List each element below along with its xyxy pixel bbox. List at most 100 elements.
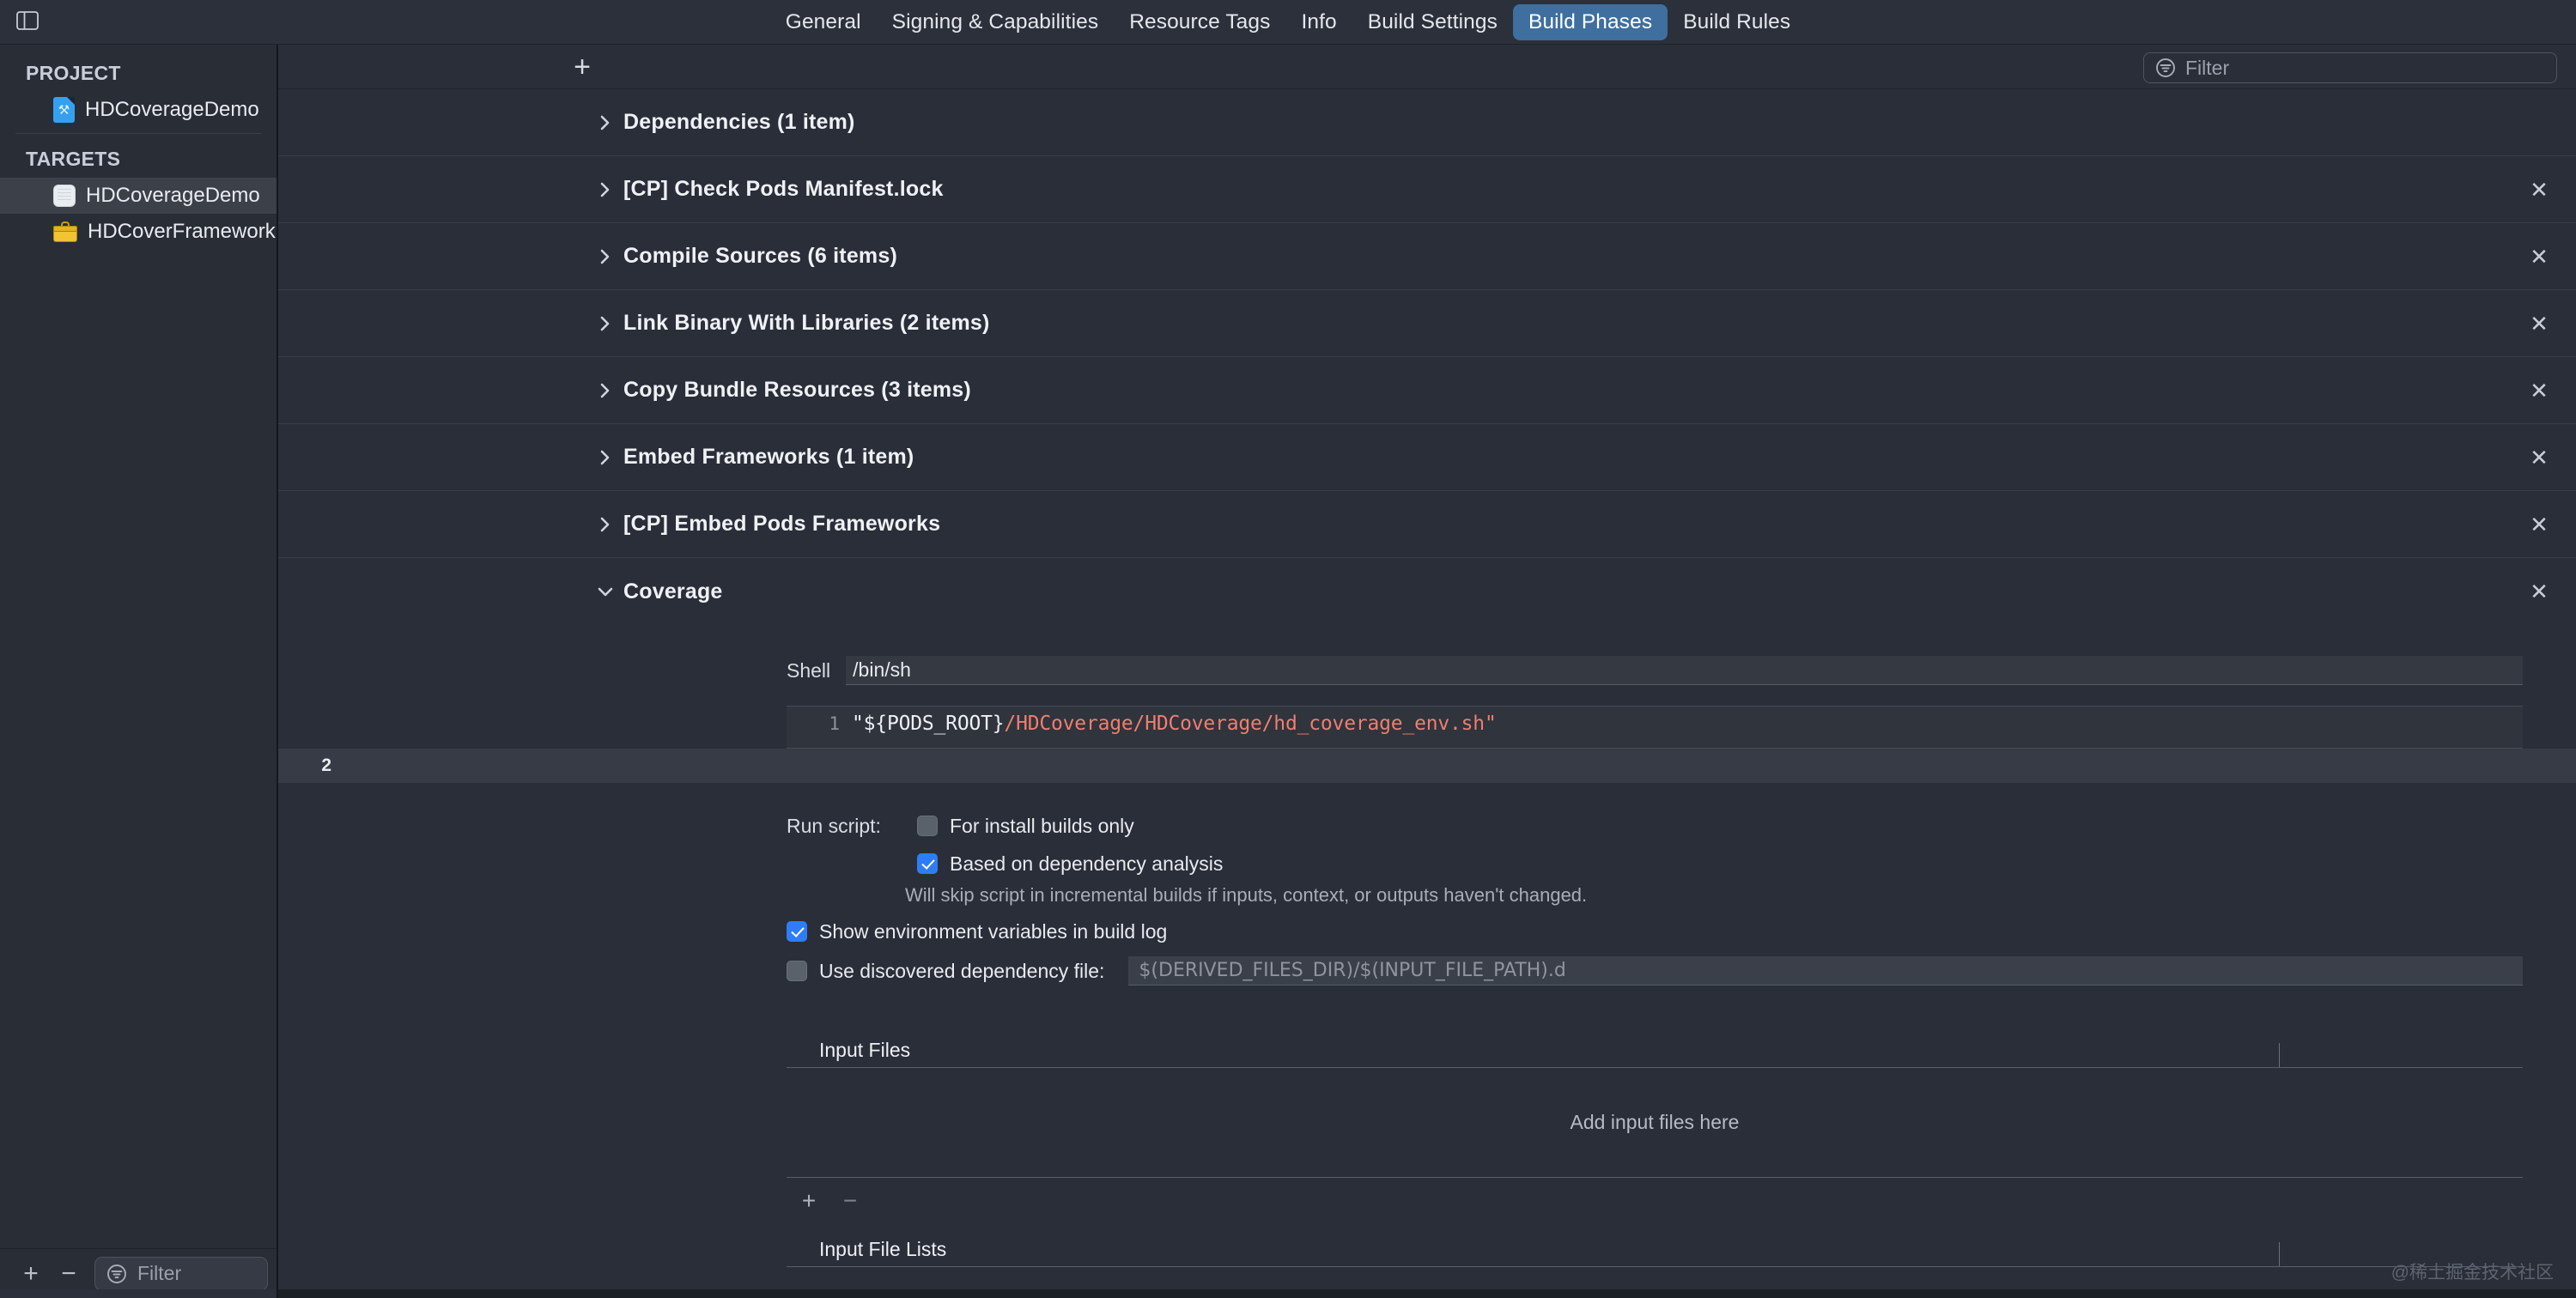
run-script-options: Run script: For install builds only Base…	[278, 807, 2576, 907]
tab-build-rules[interactable]: Build Rules	[1668, 4, 1806, 40]
remove-phase-icon[interactable]: ✕	[2524, 309, 2554, 338]
run-script-install-only-row: Run script: For install builds only	[787, 807, 2576, 845]
tab-general[interactable]: General	[770, 4, 877, 40]
script-line-current: 2	[278, 749, 2576, 783]
sidebar-item-target-hdcoverframework[interactable]: HDCoverFramework	[0, 214, 276, 250]
sidebar-content: PROJECT ⚒ HDCoverageDemo TARGETS HDCover…	[0, 45, 276, 1248]
discovered-dependency-placeholder: $(DERIVED_FILES_DIR)/$(INPUT_FILE_PATH).…	[1139, 960, 1566, 981]
sidebar-divider	[15, 133, 261, 134]
phase-row-dependencies[interactable]: Dependencies (1 item)	[278, 89, 2576, 156]
input-files-section: Input Files Add input files here + − Inp…	[278, 1028, 2576, 1267]
top-bar: General Signing & Capabilities Resource …	[0, 0, 2576, 45]
build-phases-header: + Filter	[278, 45, 2576, 89]
discovered-dependency-checkbox[interactable]	[787, 961, 807, 981]
phase-title: [CP] Embed Pods Frameworks	[623, 512, 941, 536]
install-builds-only-checkbox[interactable]	[917, 816, 938, 836]
remove-phase-icon[interactable]: ✕	[2524, 443, 2554, 472]
remove-target-button[interactable]: −	[50, 1257, 88, 1291]
show-env-vars-checkbox[interactable]	[787, 921, 807, 942]
build-phases-filter-input[interactable]: Filter	[2143, 52, 2557, 83]
bottom-strip	[0, 1289, 2576, 1298]
phase-row-copy-bundle-resources[interactable]: Copy Bundle Resources (3 items) ✕	[278, 357, 2576, 424]
dependency-analysis-checkbox[interactable]	[917, 853, 938, 874]
run-script-dependency-analysis-row: Based on dependency analysis	[787, 845, 2576, 883]
remove-phase-icon[interactable]: ✕	[2524, 577, 2554, 606]
chevron-right-icon[interactable]	[596, 247, 615, 266]
chevron-right-icon[interactable]	[596, 448, 615, 467]
build-phases-list: Dependencies (1 item) [CP] Check Pods Ma…	[278, 89, 2576, 1298]
phase-title: Copy Bundle Resources (3 items)	[623, 378, 971, 402]
phase-title: Link Binary With Libraries (2 items)	[623, 311, 990, 335]
show-env-vars-row: Show environment variables in build log	[278, 912, 2576, 951]
chevron-right-icon[interactable]	[596, 113, 615, 132]
tab-info[interactable]: Info	[1285, 4, 1352, 40]
sidebar-item-label: HDCoverageDemo	[85, 98, 259, 121]
chevron-right-icon[interactable]	[596, 314, 615, 333]
remove-phase-icon[interactable]: ✕	[2524, 175, 2554, 204]
tab-build-phases[interactable]: Build Phases	[1512, 3, 1668, 40]
app-target-icon	[53, 185, 76, 207]
shell-input[interactable]: /bin/sh	[846, 656, 2523, 685]
phase-title: Dependencies (1 item)	[623, 110, 855, 134]
run-script-label: Run script:	[787, 814, 881, 837]
column-resizer[interactable]	[2279, 1242, 2280, 1266]
input-file-lists-header: Input File Lists	[787, 1224, 2523, 1267]
phase-title: Embed Frameworks (1 item)	[623, 445, 914, 469]
phase-row-embed-pods-frameworks[interactable]: [CP] Embed Pods Frameworks ✕	[278, 491, 2576, 558]
watermark: @稀土掘金技术社区	[2391, 1263, 2554, 1283]
chevron-right-icon[interactable]	[596, 180, 615, 199]
add-build-phase-button[interactable]: +	[558, 48, 606, 86]
input-files-toolbar: + −	[787, 1178, 2576, 1224]
input-files-header: Input Files	[787, 1028, 2523, 1068]
sidebar-filter-input[interactable]: Filter	[94, 1256, 268, 1291]
chevron-right-icon[interactable]	[596, 381, 615, 400]
dependency-analysis-note: Will skip script in incremental builds i…	[905, 884, 1588, 906]
input-files-body[interactable]: Add input files here	[787, 1068, 2523, 1178]
column-resizer[interactable]	[2279, 1043, 2280, 1067]
build-phases-filter-placeholder: Filter	[2185, 56, 2230, 79]
add-input-file-button[interactable]: +	[793, 1186, 824, 1216]
sidebar-item-label: HDCoverageDemo	[86, 184, 260, 207]
remove-phase-icon[interactable]: ✕	[2524, 510, 2554, 539]
tab-signing-capabilities[interactable]: Signing & Capabilities	[877, 4, 1115, 40]
discovered-dependency-input[interactable]: $(DERIVED_FILES_DIR)/$(INPUT_FILE_PATH).…	[1128, 956, 2523, 986]
add-target-button[interactable]: +	[12, 1257, 50, 1291]
filter-icon	[106, 1263, 128, 1285]
input-files-column-header: Input Files	[819, 1039, 911, 1061]
phase-row-link-binary-with-libraries[interactable]: Link Binary With Libraries (2 items) ✕	[278, 290, 2576, 357]
sidebar-filter-placeholder: Filter	[137, 1262, 182, 1284]
xcode-window: General Signing & Capabilities Resource …	[0, 0, 2576, 1298]
bottom-left-strip	[0, 1289, 278, 1298]
remove-input-file-button[interactable]: −	[835, 1186, 866, 1216]
phase-row-check-pods-manifest[interactable]: [CP] Check Pods Manifest.lock ✕	[278, 156, 2576, 223]
sidebar-item-target-hdcoveragedemo[interactable]: HDCoverageDemo	[0, 178, 276, 214]
phase-row-compile-sources[interactable]: Compile Sources (6 items) ✕	[278, 223, 2576, 290]
shell-label: Shell	[787, 658, 831, 682]
shell-value: /bin/sh	[853, 658, 911, 681]
script-line: 1 "${PODS_ROOT}/HDCoverage/HDCoverage/hd…	[787, 707, 2523, 741]
sidebar-section-project: PROJECT	[26, 62, 121, 84]
phase-title: [CP] Check Pods Manifest.lock	[623, 177, 944, 201]
tab-build-settings[interactable]: Build Settings	[1352, 4, 1513, 40]
line-number: 1	[829, 713, 840, 734]
coverage-phase-detail: Shell /bin/sh 1 "${PODS_ROOT}/HDCoverage…	[278, 656, 2576, 783]
script-token-plain: "${PODS_ROOT}	[852, 713, 1005, 735]
framework-toolbox-icon	[53, 221, 77, 242]
phase-title: Compile Sources (6 items)	[623, 244, 897, 268]
script-editor[interactable]: 1 "${PODS_ROOT}/HDCoverage/HDCoverage/hd…	[787, 706, 2523, 749]
tab-resource-tags[interactable]: Resource Tags	[1114, 4, 1285, 40]
show-env-vars-label: Show environment variables in build log	[819, 919, 1168, 943]
chevron-down-icon[interactable]	[596, 585, 615, 598]
shell-row: Shell /bin/sh	[278, 656, 2576, 685]
window-body: PROJECT ⚒ HDCoverageDemo TARGETS HDCover…	[0, 45, 2576, 1298]
build-phases-pane: + Filter Dependencies (1 item) [CP] Chec…	[278, 45, 2576, 1298]
phase-row-embed-frameworks[interactable]: Embed Frameworks (1 item) ✕	[278, 424, 2576, 491]
sidebar-item-project-hdcoveragedemo[interactable]: ⚒ HDCoverageDemo	[0, 92, 276, 128]
remove-phase-icon[interactable]: ✕	[2524, 376, 2554, 405]
script-line-code: "${PODS_ROOT}/HDCoverage/HDCoverage/hd_c…	[852, 713, 1497, 735]
filter-icon	[2154, 57, 2177, 79]
remove-phase-icon[interactable]: ✕	[2524, 242, 2554, 271]
chevron-right-icon[interactable]	[596, 515, 615, 534]
sidebar-section-targets: TARGETS	[26, 148, 121, 170]
phase-row-coverage[interactable]: Coverage ✕	[278, 558, 2576, 625]
